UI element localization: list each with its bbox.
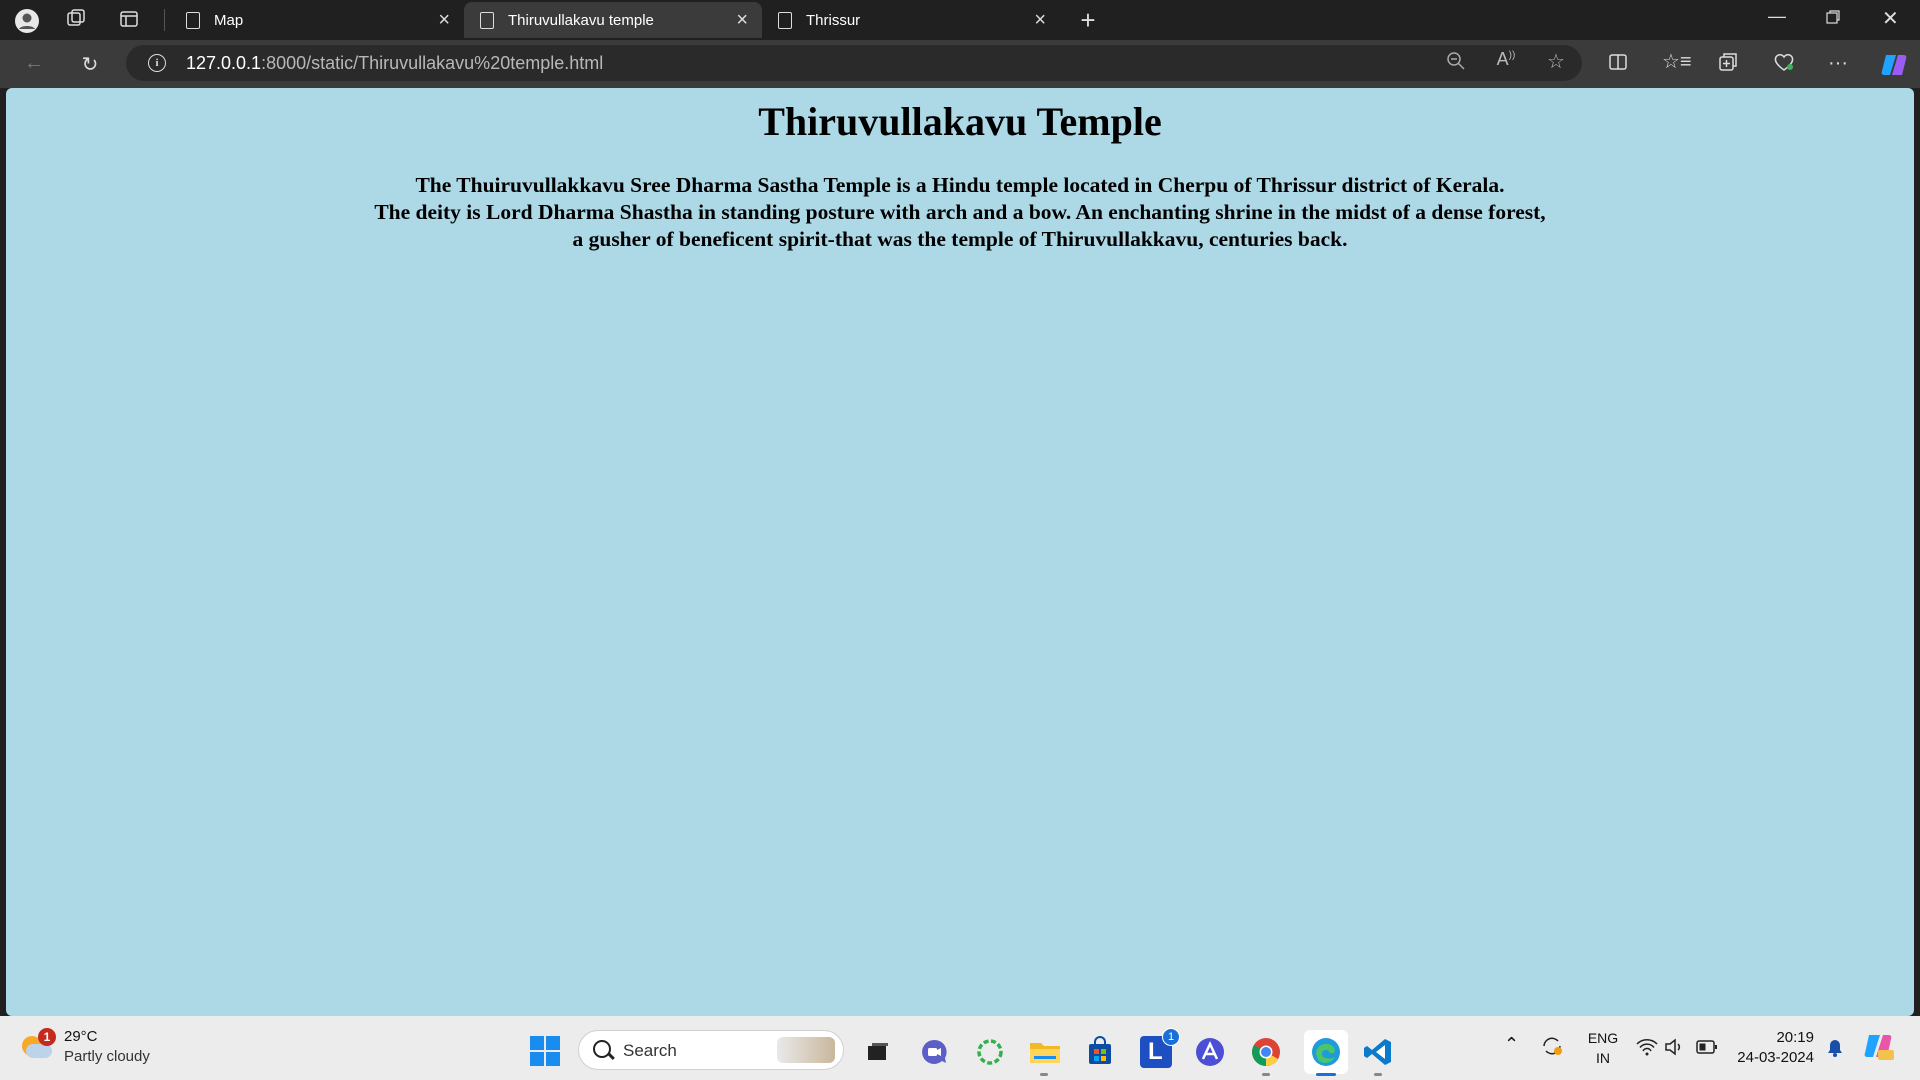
wifi-icon[interactable] (1636, 1038, 1658, 1061)
close-tab-icon[interactable]: × (438, 9, 450, 32)
weather-condition: Partly cloudy (64, 1048, 150, 1065)
tab-title: Thrissur (806, 11, 861, 29)
profile-icon[interactable] (14, 8, 39, 33)
microsoft-store-icon[interactable] (1084, 1036, 1116, 1068)
weather-widget[interactable]: 1 29°C Partly cloudy (22, 1026, 172, 1070)
close-tab-icon[interactable]: × (736, 9, 748, 32)
browser-essentials-icon[interactable] (1772, 52, 1796, 78)
copilot-taskbar-icon[interactable] (1862, 1032, 1894, 1067)
volume-icon[interactable] (1664, 1038, 1684, 1061)
zoom-out-icon[interactable] (1444, 51, 1468, 77)
search-label: Search (623, 1041, 677, 1060)
weather-badge: 1 (38, 1028, 56, 1046)
show-hidden-icons-chevron-icon[interactable]: ⌃ (1504, 1034, 1519, 1055)
l-app-icon[interactable]: L 1 (1140, 1028, 1180, 1068)
edge-icon[interactable] (1304, 1030, 1348, 1076)
notification-bell-icon[interactable] (1826, 1038, 1844, 1063)
workspaces-icon[interactable] (64, 8, 88, 32)
sync-app-icon[interactable] (974, 1036, 1006, 1068)
taskbar: 1 29°C Partly cloudy Search L 1 ⌃ ENG IN… (0, 1016, 1920, 1080)
weather-icon: 1 (22, 1028, 56, 1058)
description-line: a gusher of beneficent spirit-that was t… (572, 227, 1348, 251)
task-view-icon[interactable] (862, 1036, 894, 1068)
collections-icon[interactable] (1716, 52, 1740, 78)
page-title: Thiruvullakavu Temple (758, 99, 1162, 144)
copilot-icon[interactable] (1880, 52, 1907, 84)
tab-title: Thiruvullakavu temple (508, 11, 654, 29)
clock-date: 24-03-2024 (1737, 1049, 1814, 1066)
search-icon (593, 1040, 611, 1058)
tab-actions-icon[interactable] (117, 8, 141, 32)
favorites-icon[interactable]: ☆≡ (1662, 49, 1692, 74)
search-highlight-image (777, 1037, 835, 1063)
page-icon (778, 11, 792, 29)
page-viewport: Thiruvullakavu Temple The Thuiruvullakka… (6, 88, 1914, 1016)
taskbar-search[interactable]: Search (578, 1030, 844, 1070)
split-screen-icon[interactable] (1606, 52, 1630, 78)
minimize-icon[interactable]: — (1768, 6, 1786, 27)
file-explorer-icon[interactable] (1028, 1036, 1060, 1076)
read-aloud-icon[interactable]: A)) (1494, 49, 1518, 70)
description-line: The Thuiruvullakkavu Sree Dharma Sastha … (415, 173, 1505, 197)
favorite-star-icon[interactable]: ☆ (1544, 49, 1568, 74)
temple-description: The Thuiruvullakkavu Sree Dharma Sastha … (6, 172, 1914, 253)
arc-app-icon[interactable] (1194, 1036, 1226, 1068)
settings-more-icon[interactable]: ··· (1826, 52, 1850, 75)
tab-title: Map (214, 11, 244, 29)
chrome-icon[interactable] (1250, 1036, 1282, 1076)
tab-divider (164, 9, 165, 31)
description-line: The deity is Lord Dharma Shastha in stan… (374, 200, 1546, 224)
site-info-icon[interactable]: i (148, 54, 166, 72)
vscode-icon[interactable] (1362, 1036, 1394, 1076)
clock-time: 20:19 (1776, 1029, 1814, 1046)
teams-chat-icon[interactable] (918, 1036, 950, 1068)
page-icon (480, 11, 494, 29)
refresh-icon[interactable]: ↻ (78, 52, 102, 77)
page-icon (186, 11, 200, 29)
l-app-badge: 1 (1162, 1028, 1180, 1046)
back-icon[interactable]: ← (22, 52, 46, 75)
start-button[interactable] (530, 1036, 560, 1066)
browser-toolbar: ← ↻ i 127.0.0.1:8000/static/Thiruvullaka… (0, 40, 1920, 88)
tab-map[interactable]: Map × (170, 2, 464, 38)
temperature: 29°C (64, 1028, 98, 1045)
restore-icon[interactable] (1825, 9, 1841, 30)
tab-thiruvullakavu-temple[interactable]: Thiruvullakavu temple × (464, 2, 762, 38)
input-language[interactable]: ENG IN (1585, 1028, 1621, 1068)
close-window-icon[interactable]: ✕ (1882, 6, 1899, 31)
update-sync-icon[interactable] (1540, 1034, 1564, 1063)
tab-bar: Map × Thiruvullakavu temple × Thrissur ×… (0, 0, 1920, 40)
url-text[interactable]: 127.0.0.1:8000/static/Thiruvullakavu%20t… (186, 53, 603, 74)
system-clock[interactable]: 20:19 24-03-2024 (1732, 1028, 1814, 1068)
address-bar[interactable]: i 127.0.0.1:8000/static/Thiruvullakavu%2… (126, 45, 1582, 81)
battery-icon[interactable] (1696, 1040, 1718, 1059)
tab-thrissur[interactable]: Thrissur × (762, 2, 1060, 38)
new-tab-icon[interactable]: + (1076, 7, 1100, 33)
close-tab-icon[interactable]: × (1034, 9, 1046, 32)
